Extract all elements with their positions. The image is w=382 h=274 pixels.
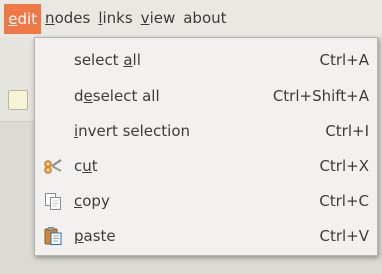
- canvas-area: [0, 122, 34, 274]
- menu-item-copy[interactable]: copy Ctrl+C: [35, 183, 377, 218]
- label-part: nvert selection: [78, 121, 191, 140]
- label-part: t: [91, 156, 98, 175]
- label-part: opy: [82, 191, 110, 210]
- menu-nodes-label: odes: [54, 9, 91, 27]
- menu-view-label: iew: [149, 9, 176, 27]
- menu-item-select-all[interactable]: select all Ctrl+A: [35, 42, 377, 77]
- edit-dropdown-menu: select all Ctrl+A deselect all Ctrl+Shif…: [34, 37, 378, 256]
- label-part: ll: [132, 50, 141, 69]
- menu-item-label: select all: [74, 51, 141, 69]
- label-accel: c: [74, 191, 83, 210]
- menubar: e edit nodes links view about: [0, 0, 382, 37]
- menu-links[interactable]: links: [94, 0, 136, 37]
- label-accel: u: [82, 156, 92, 175]
- copy-icon: [45, 193, 61, 210]
- menu-item-paste[interactable]: paste Ctrl+V: [35, 218, 377, 253]
- menu-item-shortcut: Ctrl+I: [325, 121, 369, 140]
- menu-item-shortcut: Ctrl+A: [319, 50, 369, 69]
- menu-nodes-accel: n: [45, 9, 55, 27]
- menu-item-label: paste: [74, 227, 116, 245]
- menu-item-label: deselect all: [74, 87, 160, 105]
- menu-edit[interactable]: edit: [4, 4, 42, 34]
- menu-item-label: copy: [74, 192, 110, 210]
- label-part: select: [74, 50, 124, 69]
- toolbar-strip: [0, 37, 34, 122]
- menu-item-shortcut: Ctrl+X: [319, 156, 369, 175]
- menu-item-invert-selection[interactable]: invert selection Ctrl+I: [35, 113, 377, 148]
- label-part: c: [74, 156, 83, 175]
- menu-nodes[interactable]: nodes: [41, 0, 94, 37]
- label-accel: p: [74, 226, 84, 245]
- menu-edit-label: dit: [17, 10, 38, 28]
- menu-item-cut[interactable]: cut Ctrl+X: [35, 148, 377, 183]
- label-accel: e: [83, 86, 93, 105]
- menu-item-label: invert selection: [74, 122, 190, 140]
- label-accel: a: [123, 50, 133, 69]
- menu-item-shortcut: Ctrl+C: [319, 191, 369, 210]
- paste-icon: [44, 227, 62, 245]
- menu-view[interactable]: view: [137, 0, 180, 37]
- label-part: aste: [83, 226, 116, 245]
- label-part: d: [74, 86, 84, 105]
- label-part: select all: [92, 86, 160, 105]
- toolbar-document-icon[interactable]: [8, 90, 28, 110]
- menu-item-deselect-all[interactable]: deselect all Ctrl+Shift+A: [35, 78, 377, 113]
- menu-about-label: about: [183, 9, 227, 27]
- scissors-icon: [44, 159, 62, 174]
- menu-item-shortcut: Ctrl+V: [319, 226, 369, 245]
- menu-item-shortcut: Ctrl+Shift+A: [272, 86, 369, 105]
- menu-about[interactable]: about: [179, 0, 230, 37]
- menu-links-label: inks: [102, 9, 133, 27]
- menu-item-label: cut: [74, 157, 98, 175]
- menu-view-accel: v: [140, 9, 150, 27]
